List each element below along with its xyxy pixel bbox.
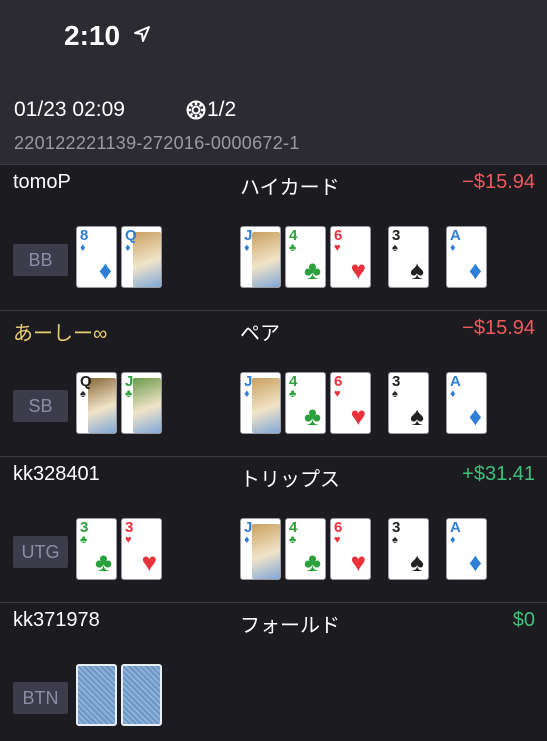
card-suit-pip: ♥ xyxy=(350,401,366,431)
card-suit-small: ♠ xyxy=(392,242,398,254)
location-arrow-icon xyxy=(134,26,150,42)
face-card-art xyxy=(252,524,280,579)
result-amount: −$15.94 xyxy=(462,317,535,339)
card-suit-small: ♦ xyxy=(244,242,250,254)
card-suit-pip: ♦ xyxy=(468,401,482,431)
board-card: 4 ♣ ♣ xyxy=(285,226,326,288)
card-suit-small: ♣ xyxy=(80,534,88,546)
hand-rank: ハイカード xyxy=(240,177,340,199)
card-suit-small: ♣ xyxy=(125,388,133,400)
card-suit-small: ♥ xyxy=(125,534,132,546)
poker-chip-icon xyxy=(186,100,206,120)
board-card: 6 ♥ ♥ xyxy=(330,226,371,288)
board-card: 3 ♠ ♠ xyxy=(388,226,429,288)
card-suit-small: ♠ xyxy=(392,534,398,546)
header-bar: 2:10 01/23 02:09 1/2 220122221139-272016… xyxy=(0,0,547,164)
status-time: 2:10 xyxy=(64,20,121,51)
card-suit-small: ♦ xyxy=(80,242,86,254)
board-card: J ♦ xyxy=(240,372,281,434)
card-suit-small: ♦ xyxy=(450,242,456,254)
board-card: 6 ♥ ♥ xyxy=(330,372,371,434)
hand-date: 01/23 02:09 xyxy=(14,98,125,121)
card-suit-pip: ♥ xyxy=(350,547,366,577)
player-row: kk328401 トリップス +$31.41 UTG 3 ♣ ♣ 3 ♥ ♥ J ♦ 4 ♣ ♣ 6 ♥ ♥ 3 ♠ ♠… xyxy=(0,456,547,602)
player-name: kk371978 xyxy=(13,609,100,631)
card-suit-small: ♦ xyxy=(244,388,250,400)
card-suit-pip: ♣ xyxy=(303,401,321,431)
board-card: 4 ♣ ♣ xyxy=(285,372,326,434)
position-badge: SB xyxy=(13,390,68,422)
card-suit-pip: ♣ xyxy=(94,547,112,577)
card-back xyxy=(121,664,162,726)
player-name: tomoP xyxy=(13,171,71,193)
face-card-art xyxy=(133,232,161,287)
card-suit-small: ♥ xyxy=(334,242,341,254)
board-card: 3 ♠ ♠ xyxy=(388,372,429,434)
hole-card: 3 ♥ ♥ xyxy=(121,518,162,580)
position-badge: BB xyxy=(13,244,68,276)
card-suit-small: ♦ xyxy=(125,242,131,254)
card-suit-pip: ♣ xyxy=(303,547,321,577)
hole-card: 3 ♣ ♣ xyxy=(76,518,117,580)
card-suit-pip: ♠ xyxy=(410,401,424,431)
card-suit-pip: ♦ xyxy=(98,255,112,285)
board-card: 6 ♥ ♥ xyxy=(330,518,371,580)
face-card-art xyxy=(252,232,280,287)
card-suit-pip: ♣ xyxy=(303,255,321,285)
player-row: kk371978 フォールド $0 BTN xyxy=(0,602,547,741)
board-card: 3 ♠ ♠ xyxy=(388,518,429,580)
board-card: J ♦ xyxy=(240,226,281,288)
result-amount: $0 xyxy=(512,609,535,631)
card-suit-small: ♣ xyxy=(289,242,297,254)
player-row: tomoP ハイカード −$15.94 BB 8 ♦ ♦ Q ♦ J ♦ 4 ♣ ♣ 6 ♥ ♥ 3 ♠ ♠ A ♦ ♦ xyxy=(0,164,547,310)
card-suit-small: ♠ xyxy=(80,388,86,400)
board-card: A ♦ ♦ xyxy=(446,518,487,580)
board-card: A ♦ ♦ xyxy=(446,372,487,434)
card-suit-small: ♠ xyxy=(392,388,398,400)
card-suit-small: ♥ xyxy=(334,388,341,400)
player-name: kk328401 xyxy=(13,463,100,485)
player-name: あーしー∞ xyxy=(13,323,108,345)
card-back xyxy=(76,664,117,726)
card-suit-pip: ♠ xyxy=(410,547,424,577)
card-suit-small: ♦ xyxy=(450,534,456,546)
card-suit-pip: ♠ xyxy=(410,255,424,285)
position-badge: BTN xyxy=(13,682,68,714)
card-suit-pip: ♥ xyxy=(141,547,157,577)
player-row: あーしー∞ ペア −$15.94 SB Q ♠ J ♣ J ♦ 4 ♣ ♣ 6 ♥ ♥ 3 ♠ ♠ A ♦ ♦ xyxy=(0,310,547,456)
card-suit-pip: ♥ xyxy=(350,255,366,285)
hand-rank: フォールド xyxy=(240,615,340,637)
card-suit-small: ♦ xyxy=(450,388,456,400)
card-suit-small: ♥ xyxy=(334,534,341,546)
face-card-art xyxy=(88,378,116,433)
hand-rank: トリップス xyxy=(240,469,340,491)
hand-rank: ペア xyxy=(240,323,280,345)
hole-card: J ♣ xyxy=(121,372,162,434)
result-amount: +$31.41 xyxy=(462,463,535,485)
card-suit-small: ♦ xyxy=(244,534,250,546)
face-card-art xyxy=(252,378,280,433)
hand-id: 220122221139-272016-0000672-1 xyxy=(14,133,300,153)
card-suit-small: ♣ xyxy=(289,534,297,546)
position-badge: UTG xyxy=(13,536,68,568)
board-card: 4 ♣ ♣ xyxy=(285,518,326,580)
result-amount: −$15.94 xyxy=(462,171,535,193)
face-card-art xyxy=(133,378,161,433)
hole-card: Q ♦ xyxy=(121,226,162,288)
hole-card: 8 ♦ ♦ xyxy=(76,226,117,288)
hand-count: 1/2 xyxy=(207,98,237,121)
board-card: A ♦ ♦ xyxy=(446,226,487,288)
hole-card: Q ♠ xyxy=(76,372,117,434)
board-card: J ♦ xyxy=(240,518,281,580)
card-suit-small: ♣ xyxy=(289,388,297,400)
card-suit-pip: ♦ xyxy=(468,255,482,285)
card-suit-pip: ♦ xyxy=(468,547,482,577)
